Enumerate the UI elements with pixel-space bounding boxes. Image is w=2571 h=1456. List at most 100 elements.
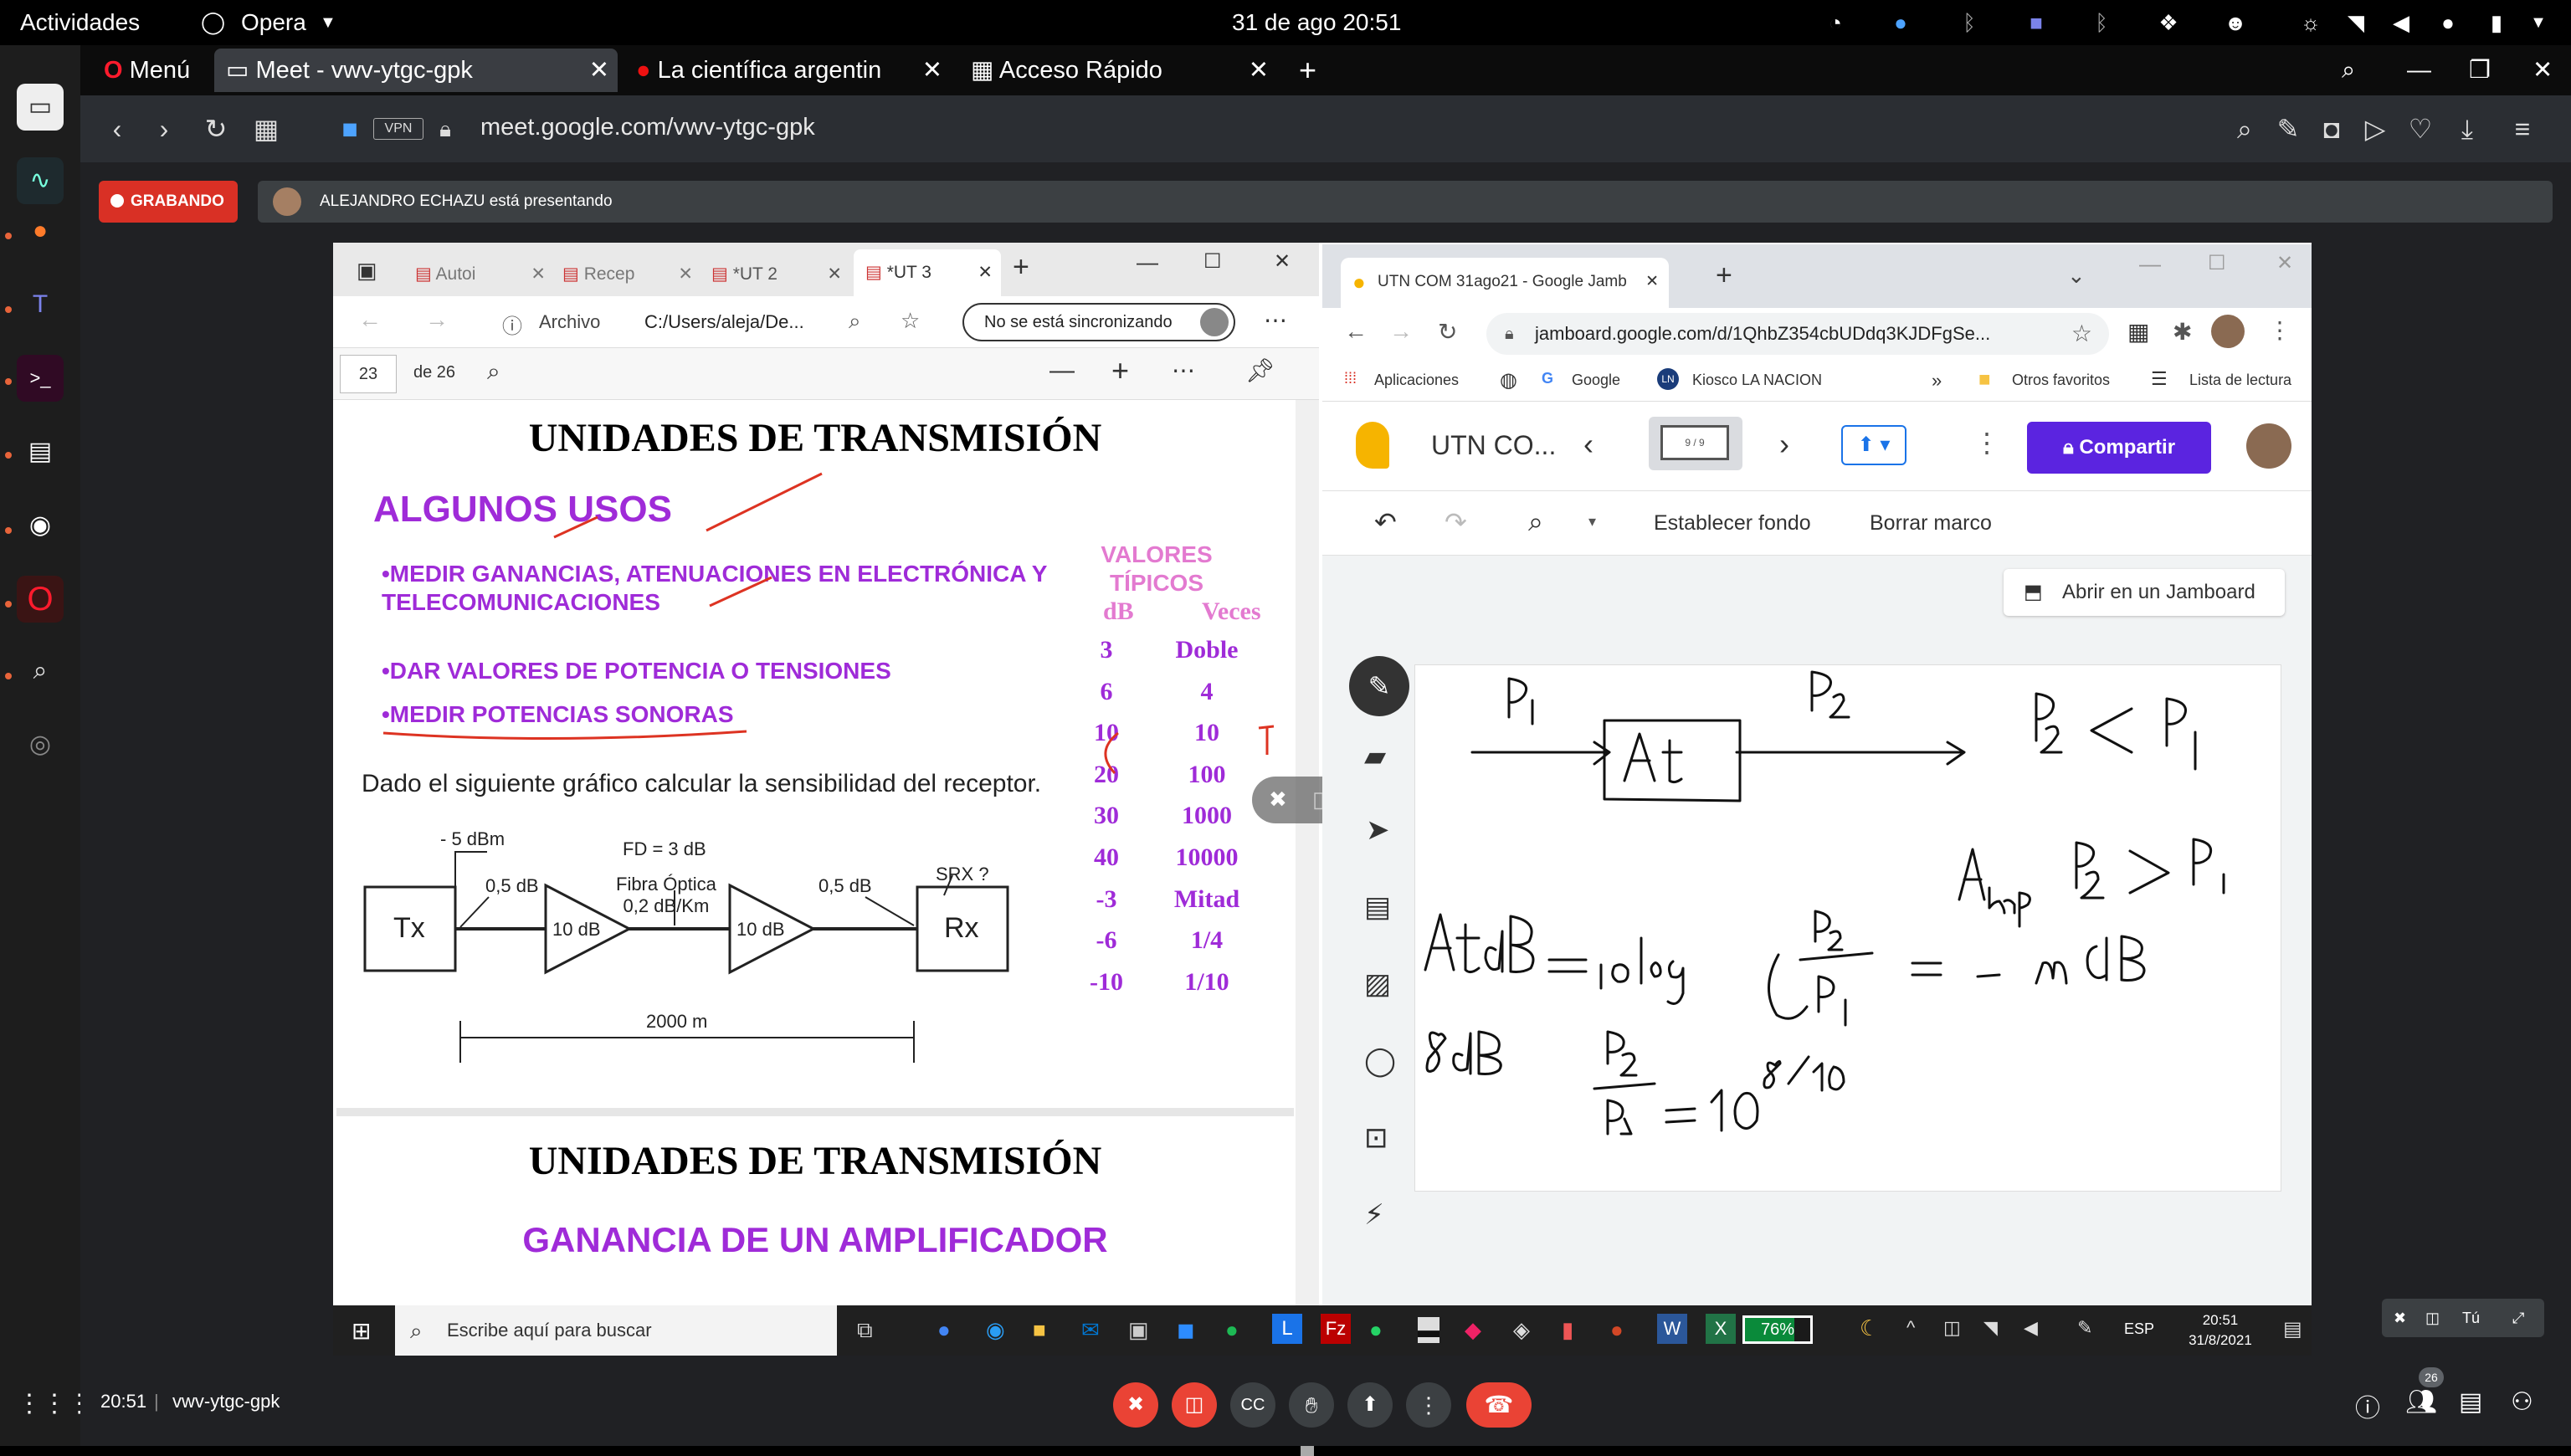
tab-search-icon[interactable]: ⌄ [2067, 263, 2086, 289]
reload-icon[interactable]: ↻ [1438, 318, 1457, 346]
terminal-taskbar-icon[interactable]: ▬ [1418, 1317, 1439, 1343]
chrome-menu-icon[interactable]: ⋮ [2268, 316, 2291, 344]
chat-icon[interactable]: ▤ [2459, 1387, 2482, 1417]
edge-tab-1[interactable]: ▤ Autoi ✕ [415, 253, 549, 296]
filezilla-taskbar-icon[interactable]: Fz [1321, 1314, 1351, 1344]
profile-avatar[interactable] [2211, 315, 2245, 348]
activities-icon[interactable]: ⚇ [2511, 1387, 2533, 1417]
search-tool-icon[interactable]: ⌕ [17, 648, 64, 695]
discord-icon[interactable]: ☻ [2223, 10, 2248, 35]
grid-extension-icon[interactable]: ▦ [2127, 318, 2149, 346]
tabs-overview-icon[interactable]: ▦ [248, 110, 285, 147]
forward-icon[interactable]: → [1389, 318, 1413, 345]
page-number-input[interactable]: 23 [340, 355, 397, 393]
close-icon[interactable]: ✕ [589, 49, 609, 92]
zoom-icon[interactable]: ⌕ [849, 308, 861, 335]
circle-tool-icon[interactable]: ◯ [1364, 1044, 1396, 1078]
language-indicator[interactable]: ESP [2124, 1320, 2154, 1338]
reload-icon[interactable]: ↻ [198, 110, 234, 147]
dropbox-icon[interactable]: ❖ [2156, 10, 2181, 35]
meeting-details-icon[interactable]: ⓘ [2355, 1387, 2380, 1424]
notifications-icon[interactable]: ▤ [2283, 1317, 2302, 1341]
bluetooth-icon-2[interactable]: ᛒ [2089, 10, 2114, 35]
powerpoint-taskbar-icon[interactable]: ● [1610, 1317, 1624, 1343]
close-icon[interactable]: ✕ [827, 253, 842, 296]
bookmark-apps[interactable]: Aplicaciones [1374, 372, 1459, 389]
taskbar-clock[interactable]: 20:51 31/8/2021 [2174, 1310, 2266, 1351]
forward-icon[interactable]: → [425, 306, 449, 333]
chrome-omnibox[interactable]: 🔒︎ jamboard.google.com/d/1QhbZ354cbUDdq3… [1486, 313, 2109, 355]
close-window-icon[interactable]: ✕ [1274, 249, 1291, 274]
maximize-icon[interactable]: ❐ [2457, 49, 2491, 92]
redo-icon[interactable]: ↷ [1445, 506, 1467, 538]
windows-start-icon[interactable]: ⊞ [352, 1317, 371, 1345]
tab-meet[interactable]: ▭ Meet - vwv-ytgc-gpk ✕ [214, 49, 618, 92]
easy-setup-icon[interactable]: ≡ [2504, 110, 2541, 147]
laser-tool-icon[interactable]: ⚡︎ [1364, 1198, 1384, 1232]
battery-widget[interactable]: 76% [1742, 1315, 1813, 1344]
player-icon[interactable]: ▷ [2357, 110, 2394, 147]
new-tab-button[interactable]: + [1287, 49, 1316, 92]
favorites-add-icon[interactable]: ☆ [901, 308, 920, 334]
close-icon[interactable]: ✕ [1249, 49, 1269, 92]
maximize-icon[interactable]: ☐ [1203, 249, 1222, 274]
zoom-in-icon[interactable]: + [1111, 353, 1129, 388]
set-background-button[interactable]: Establecer fondo [1654, 511, 1811, 536]
close-window-icon[interactable]: ✕ [2276, 251, 2293, 275]
search-page-icon[interactable]: ⌕ [2226, 110, 2263, 147]
show-apps-icon[interactable]: ⋮⋮⋮ [17, 1381, 92, 1428]
tab-cientifica[interactable]: ● La científica argentin ✕ [624, 49, 951, 92]
more-icon-2[interactable]: ⋯ [1172, 356, 1195, 384]
night-light-icon[interactable]: ☾ [1860, 1315, 1879, 1341]
minimize-icon[interactable]: — [1137, 249, 1158, 275]
new-tab-button[interactable]: + [1013, 251, 1029, 284]
close-icon[interactable]: ✕ [978, 249, 993, 296]
leave-call-button[interactable]: ☎︎ [1466, 1382, 1532, 1428]
excel-taskbar-icon[interactable]: X [1706, 1314, 1736, 1344]
mic-off-icon[interactable]: ✖ [1269, 787, 1287, 813]
more-options-button[interactable]: ⋮ [1406, 1382, 1451, 1428]
camera-toggle-button[interactable]: ◫ [1172, 1382, 1217, 1428]
captions-button[interactable]: CC [1230, 1382, 1275, 1428]
bluetooth-icon[interactable]: ᛒ [1957, 10, 1982, 35]
pin-icon[interactable]: 📌︎ [1245, 356, 1275, 384]
l-app-taskbar-icon[interactable]: L [1272, 1314, 1302, 1344]
explorer-taskbar-icon[interactable]: ■ [1033, 1317, 1046, 1343]
app2-taskbar-icon[interactable]: ◆ [1465, 1317, 1481, 1343]
close-icon[interactable]: ✕ [922, 49, 942, 92]
obs-icon[interactable]: ◉ [17, 502, 64, 549]
back-icon[interactable]: ← [358, 306, 382, 333]
microphone-icon[interactable]: ● [2435, 10, 2461, 35]
spotify-taskbar-icon[interactable]: ● [1225, 1317, 1239, 1343]
undo-icon[interactable]: ↶ [1374, 506, 1397, 538]
edge-taskbar-icon[interactable]: ◉ [986, 1317, 1005, 1343]
present-now-button[interactable]: ⬆ [1347, 1382, 1393, 1428]
mic-toggle-button[interactable]: ✖ [1113, 1382, 1158, 1428]
back-icon[interactable]: ← [1344, 318, 1368, 345]
maximize-icon[interactable]: ☐ [2208, 251, 2226, 275]
firefox-icon[interactable]: ● [17, 208, 64, 254]
zoom-out-icon[interactable]: — [1049, 356, 1075, 385]
app-taskbar-icon[interactable]: ▣ [1128, 1317, 1149, 1343]
opera-menu-button[interactable]: O Menú [92, 49, 190, 92]
next-frame-icon[interactable]: › [1779, 427, 1789, 462]
sticky-note-icon[interactable]: ▤ [1364, 890, 1391, 924]
battery-icon[interactable]: ▮ [2484, 10, 2509, 35]
volume-icon[interactable]: ◀ [2024, 1317, 2038, 1339]
select-tool-icon[interactable]: ➤ [1366, 813, 1390, 847]
star-icon[interactable]: ☆ [2071, 313, 2092, 355]
share-button[interactable]: 🔒︎ Compartir [2027, 422, 2211, 474]
extensions-icon[interactable]: ✱ [2173, 318, 2192, 346]
files-icon[interactable]: ▭ [17, 84, 64, 131]
bookmark-google[interactable]: Google [1572, 372, 1620, 389]
more-options-icon[interactable]: ⋮ [1973, 427, 2000, 459]
system-monitor-icon[interactable]: ∿ [17, 157, 64, 204]
expand-icon[interactable]: ⤢ [2512, 1299, 2524, 1337]
bookmark-otros[interactable]: Otros favoritos [2012, 372, 2110, 389]
vpn-badge[interactable]: VPN [373, 118, 423, 140]
volume-icon[interactable]: ◀ [2389, 10, 2414, 35]
task-view-icon[interactable]: ⧉ [857, 1317, 873, 1344]
jamboard-frame[interactable] [1414, 664, 2281, 1192]
document-viewer-icon[interactable]: ▤ [17, 428, 64, 475]
opera-dock-icon[interactable]: O [17, 576, 64, 623]
